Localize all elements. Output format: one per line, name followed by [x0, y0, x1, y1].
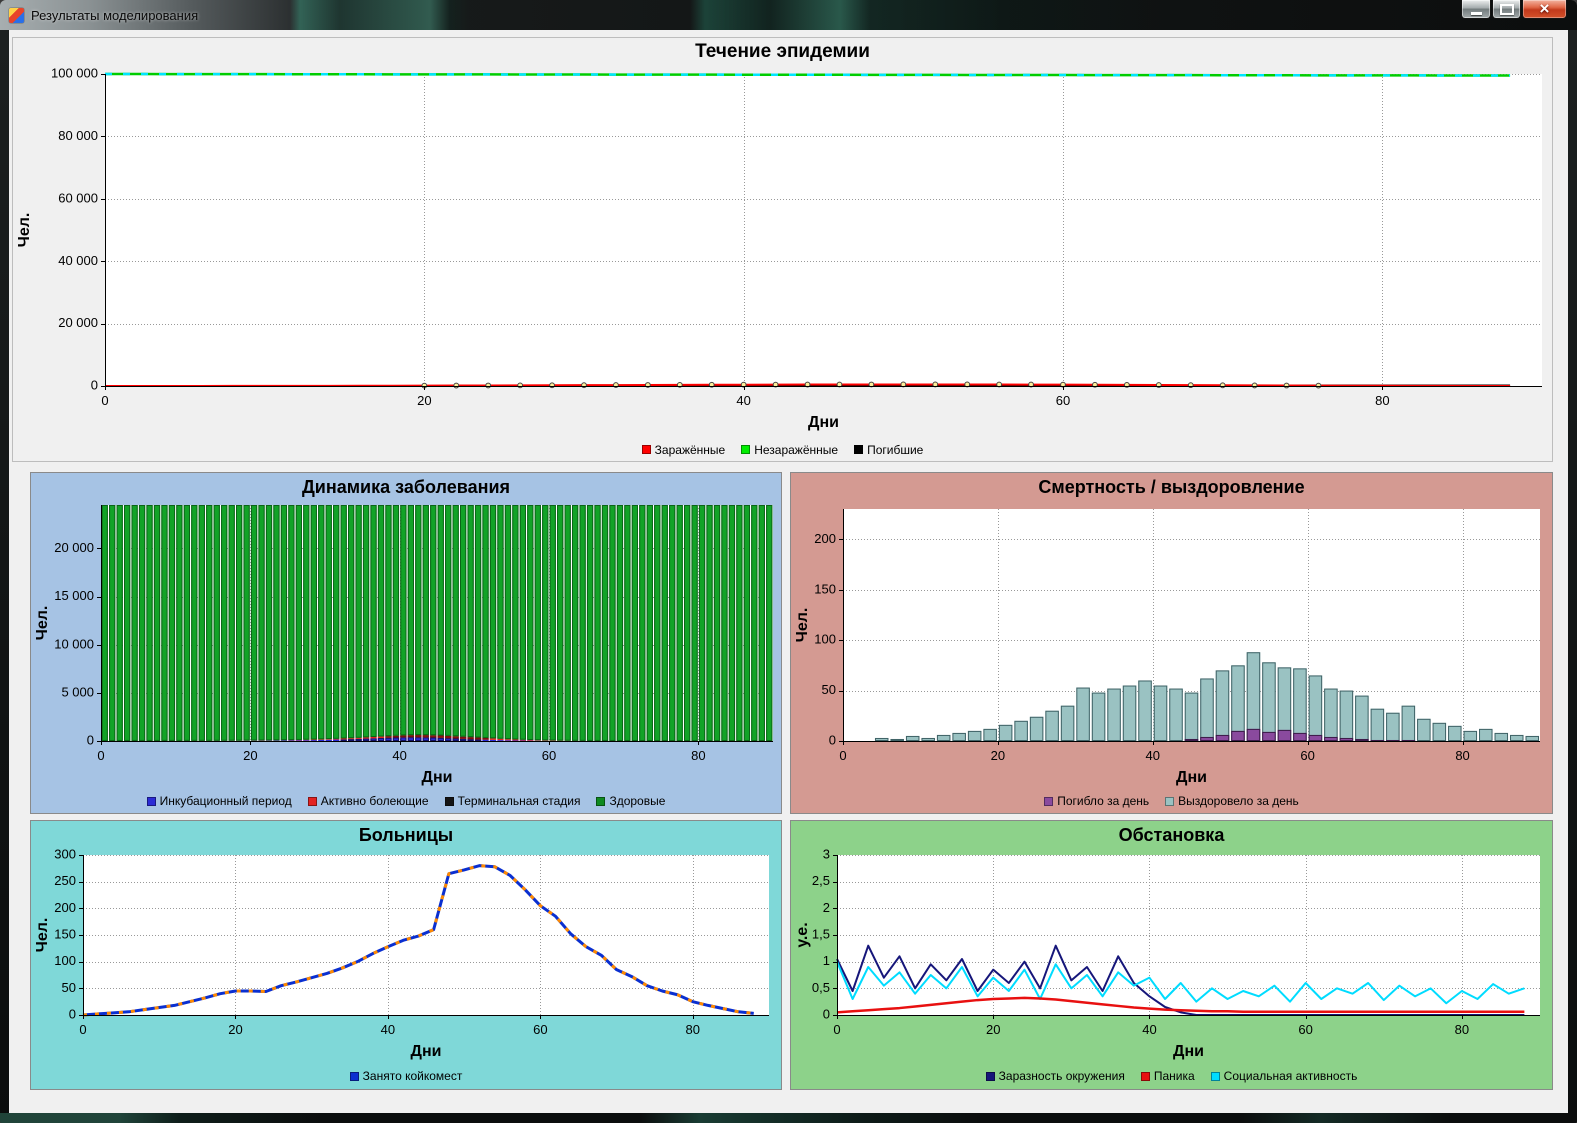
chart-title-dynamics: Динамика заболевания: [301, 477, 511, 497]
legend-item: Социальная активность: [1210, 1069, 1358, 1083]
legend-item: Заразность окружения: [985, 1069, 1125, 1083]
legend-label: Погибшие: [867, 442, 924, 457]
chart-title-mortality: Смертность / выздоровление: [1038, 477, 1305, 497]
legend-label: Заражённые: [654, 442, 726, 457]
legend-label: Здоровые: [609, 794, 666, 808]
chart-title-hospitals: Больницы: [358, 825, 454, 845]
legend-item: Активно болеющие: [307, 794, 429, 808]
legend-swatch: [985, 1071, 995, 1081]
legend-swatch: [1140, 1071, 1150, 1081]
legend-swatch: [444, 796, 454, 806]
maximize-icon: [1499, 3, 1514, 15]
legend-dynamics: Инкубационный период Активно болеющие Терм…: [31, 789, 781, 813]
app-icon: [9, 7, 24, 23]
chart-dynamics: [31, 501, 781, 789]
legend-item: Паника: [1140, 1069, 1195, 1083]
legend-swatch: [741, 445, 751, 454]
legend-label: Активно болеющие: [320, 794, 429, 808]
legend-item: Погибло за день: [1044, 794, 1149, 808]
legend-swatch: [1044, 796, 1054, 806]
legend-epidemic: Заражённые Незаражённые Погибшие: [13, 438, 1552, 461]
maximize-button[interactable]: [1492, 0, 1521, 19]
panel-hospitals: Больницы Занято койкомест: [30, 820, 782, 1090]
chart-title-situation: Обстановка: [1118, 825, 1225, 845]
client-area: Течение эпидемии Заражённые Незаражённые П…: [9, 30, 1568, 1113]
chart-hospitals: [31, 849, 781, 1063]
panel-dynamics: Динамика заболевания Инкубационный перио…: [30, 472, 782, 814]
legend-swatch: [146, 796, 156, 806]
legend-label: Паника: [1153, 1069, 1195, 1083]
window-controls: ×: [1460, 0, 1567, 19]
legend-item: Выздоровело за день: [1165, 794, 1299, 808]
charts-grid: Динамика заболевания Инкубационный перио…: [30, 472, 1553, 1090]
panel-situation: Обстановка Заразность окружения Паника Соц…: [790, 820, 1553, 1090]
legend-item: Незаражённые: [741, 443, 838, 457]
chart-epidemic: [13, 66, 1552, 438]
chart-mortality: [791, 501, 1552, 789]
close-button[interactable]: ×: [1522, 0, 1567, 19]
window-bottom-edge: [0, 1113, 1577, 1123]
legend-swatch: [349, 1071, 359, 1081]
app-window: Результаты моделирования × Течение эпиде…: [0, 0, 1577, 1123]
legend-item: Инкубационный период: [146, 794, 292, 808]
window-title: Результаты моделирования: [31, 7, 199, 23]
legend-label: Терминальная стадия: [457, 794, 581, 808]
legend-label: Незаражённые: [754, 442, 839, 457]
legend-label: Выздоровело за день: [1178, 794, 1299, 808]
legend-mortality: Погибло за день Выздоровело за день: [791, 789, 1552, 813]
legend-label: Занято койкомест: [362, 1069, 463, 1083]
legend-swatch: [641, 445, 651, 454]
legend-swatch: [854, 445, 864, 454]
legend-swatch: [596, 796, 606, 806]
legend-item: Занято койкомест: [349, 1069, 463, 1083]
chart-title-epidemic: Течение эпидемии: [695, 41, 870, 62]
legend-label: Погибло за день: [1057, 794, 1150, 808]
legend-situation: Заразность окружения Паника Социальная акт…: [791, 1063, 1552, 1089]
legend-swatch: [307, 796, 317, 806]
legend-item: Здоровые: [596, 794, 665, 808]
minimize-icon: [1470, 11, 1482, 15]
legend-label: Социальная активность: [1223, 1069, 1358, 1083]
close-icon: ×: [1539, 0, 1550, 18]
legend-item: Заражённые: [641, 442, 726, 457]
legend-swatch: [1210, 1071, 1220, 1081]
minimize-button[interactable]: [1461, 0, 1491, 19]
legend-item: Терминальная стадия: [444, 794, 581, 808]
chart-situation: [791, 849, 1552, 1063]
legend-hospitals: Занято койкомест: [31, 1063, 781, 1089]
legend-item: Погибшие: [854, 443, 923, 457]
legend-label: Инкубационный период: [159, 794, 292, 808]
legend-label: Заразность окружения: [998, 1069, 1125, 1083]
legend-swatch: [1165, 796, 1175, 806]
panel-epidemic: Течение эпидемии Заражённые Незаражённые П…: [12, 37, 1553, 462]
title-bar[interactable]: Результаты моделирования ×: [0, 0, 1577, 30]
panel-mortality: Смертность / выздоровление Погибло за де…: [790, 472, 1553, 814]
